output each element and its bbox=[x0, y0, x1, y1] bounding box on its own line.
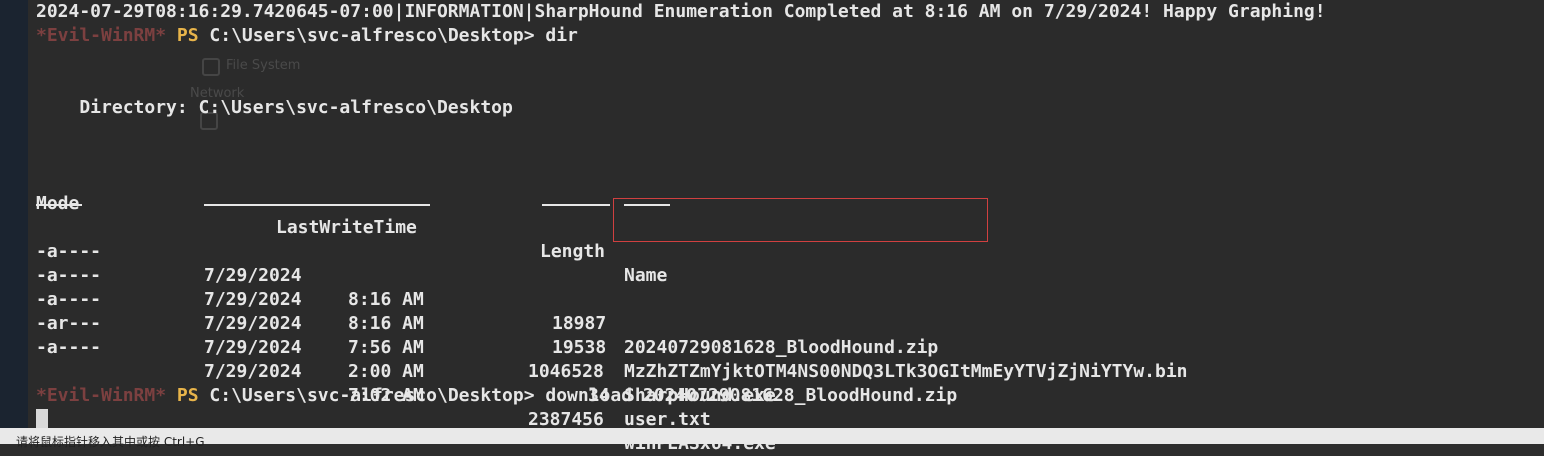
file-system-icon bbox=[202, 58, 220, 76]
prompt-evil-winrm: *Evil-WinRM* bbox=[36, 25, 167, 46]
status-hint-text: 请将鼠标指针移入其中或按 Ctrl+G bbox=[16, 435, 205, 449]
prompt-line-2: *Evil-WinRM* PS C:\Users\svc-alfresco\De… bbox=[36, 384, 957, 408]
terminal-cursor bbox=[36, 409, 48, 428]
command-dir: dir bbox=[545, 25, 578, 46]
ghost-file-system-label: File System bbox=[226, 58, 301, 73]
directory-line: Directory: C:\Users\svc-alfresco\Desktop bbox=[36, 97, 513, 118]
file-mode: -a---- bbox=[36, 337, 102, 358]
command-download: download 20240729081628_BloodHound.zip bbox=[545, 385, 958, 406]
vm-status-bar: 请将鼠标指针移入其中或按 Ctrl+G bbox=[0, 428, 1544, 449]
sharphound-info-line: 2024-07-29T08:16:29.7420645-07:00|INFORM… bbox=[36, 1, 1326, 22]
underline-length bbox=[542, 204, 610, 206]
prompt-evil-winrm: *Evil-WinRM* bbox=[36, 385, 167, 406]
prompt-ps: PS bbox=[176, 25, 199, 46]
prompt-path: C:\Users\svc-alfresco\Desktop> bbox=[209, 385, 535, 406]
prompt-line-1: *Evil-WinRM* PS C:\Users\svc-alfresco\De… bbox=[36, 24, 578, 48]
window-left-edge bbox=[0, 0, 28, 428]
file-date: 7/29/2024 bbox=[204, 361, 302, 382]
underline-mode bbox=[36, 204, 82, 206]
prompt-path: C:\Users\svc-alfresco\Desktop> bbox=[209, 25, 535, 46]
bloodhound-zip-highlight bbox=[613, 198, 988, 242]
underline-lastwritetime bbox=[204, 204, 430, 206]
prompt-ps: PS bbox=[176, 385, 199, 406]
